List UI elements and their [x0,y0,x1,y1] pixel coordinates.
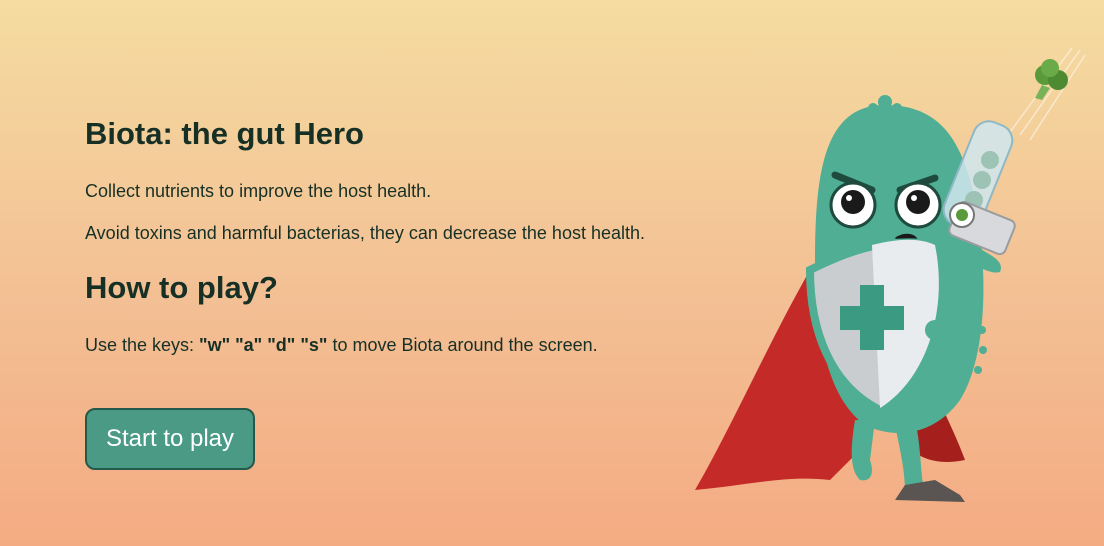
how-to-play-heading: How to play? [85,270,278,305]
controls-prefix: Use the keys: [85,335,200,355]
game-title: Biota: the gut Hero [85,116,364,151]
start-button[interactable]: Start to play [85,408,255,470]
key-s: "s" [300,335,328,355]
shield-cross-horizontal [840,306,904,330]
hand-left [925,320,945,340]
key-w: "w" [199,335,231,355]
intro-text-toxins: Avoid toxins and harmful bacterias, they… [85,223,646,243]
leg-left [851,420,875,481]
controls-instructions: Use the keys: "w" "a" "d" "s" to move Bi… [85,335,598,356]
intro-text-nutrients: Collect nutrients to improve the host he… [85,181,432,201]
key-a: "a" [235,335,263,355]
biota-hero-illustration [695,47,1086,502]
controls-suffix: to move Biota around the screen. [327,335,598,355]
key-d: "d" [267,335,296,355]
broccoli-icon [1035,59,1068,100]
